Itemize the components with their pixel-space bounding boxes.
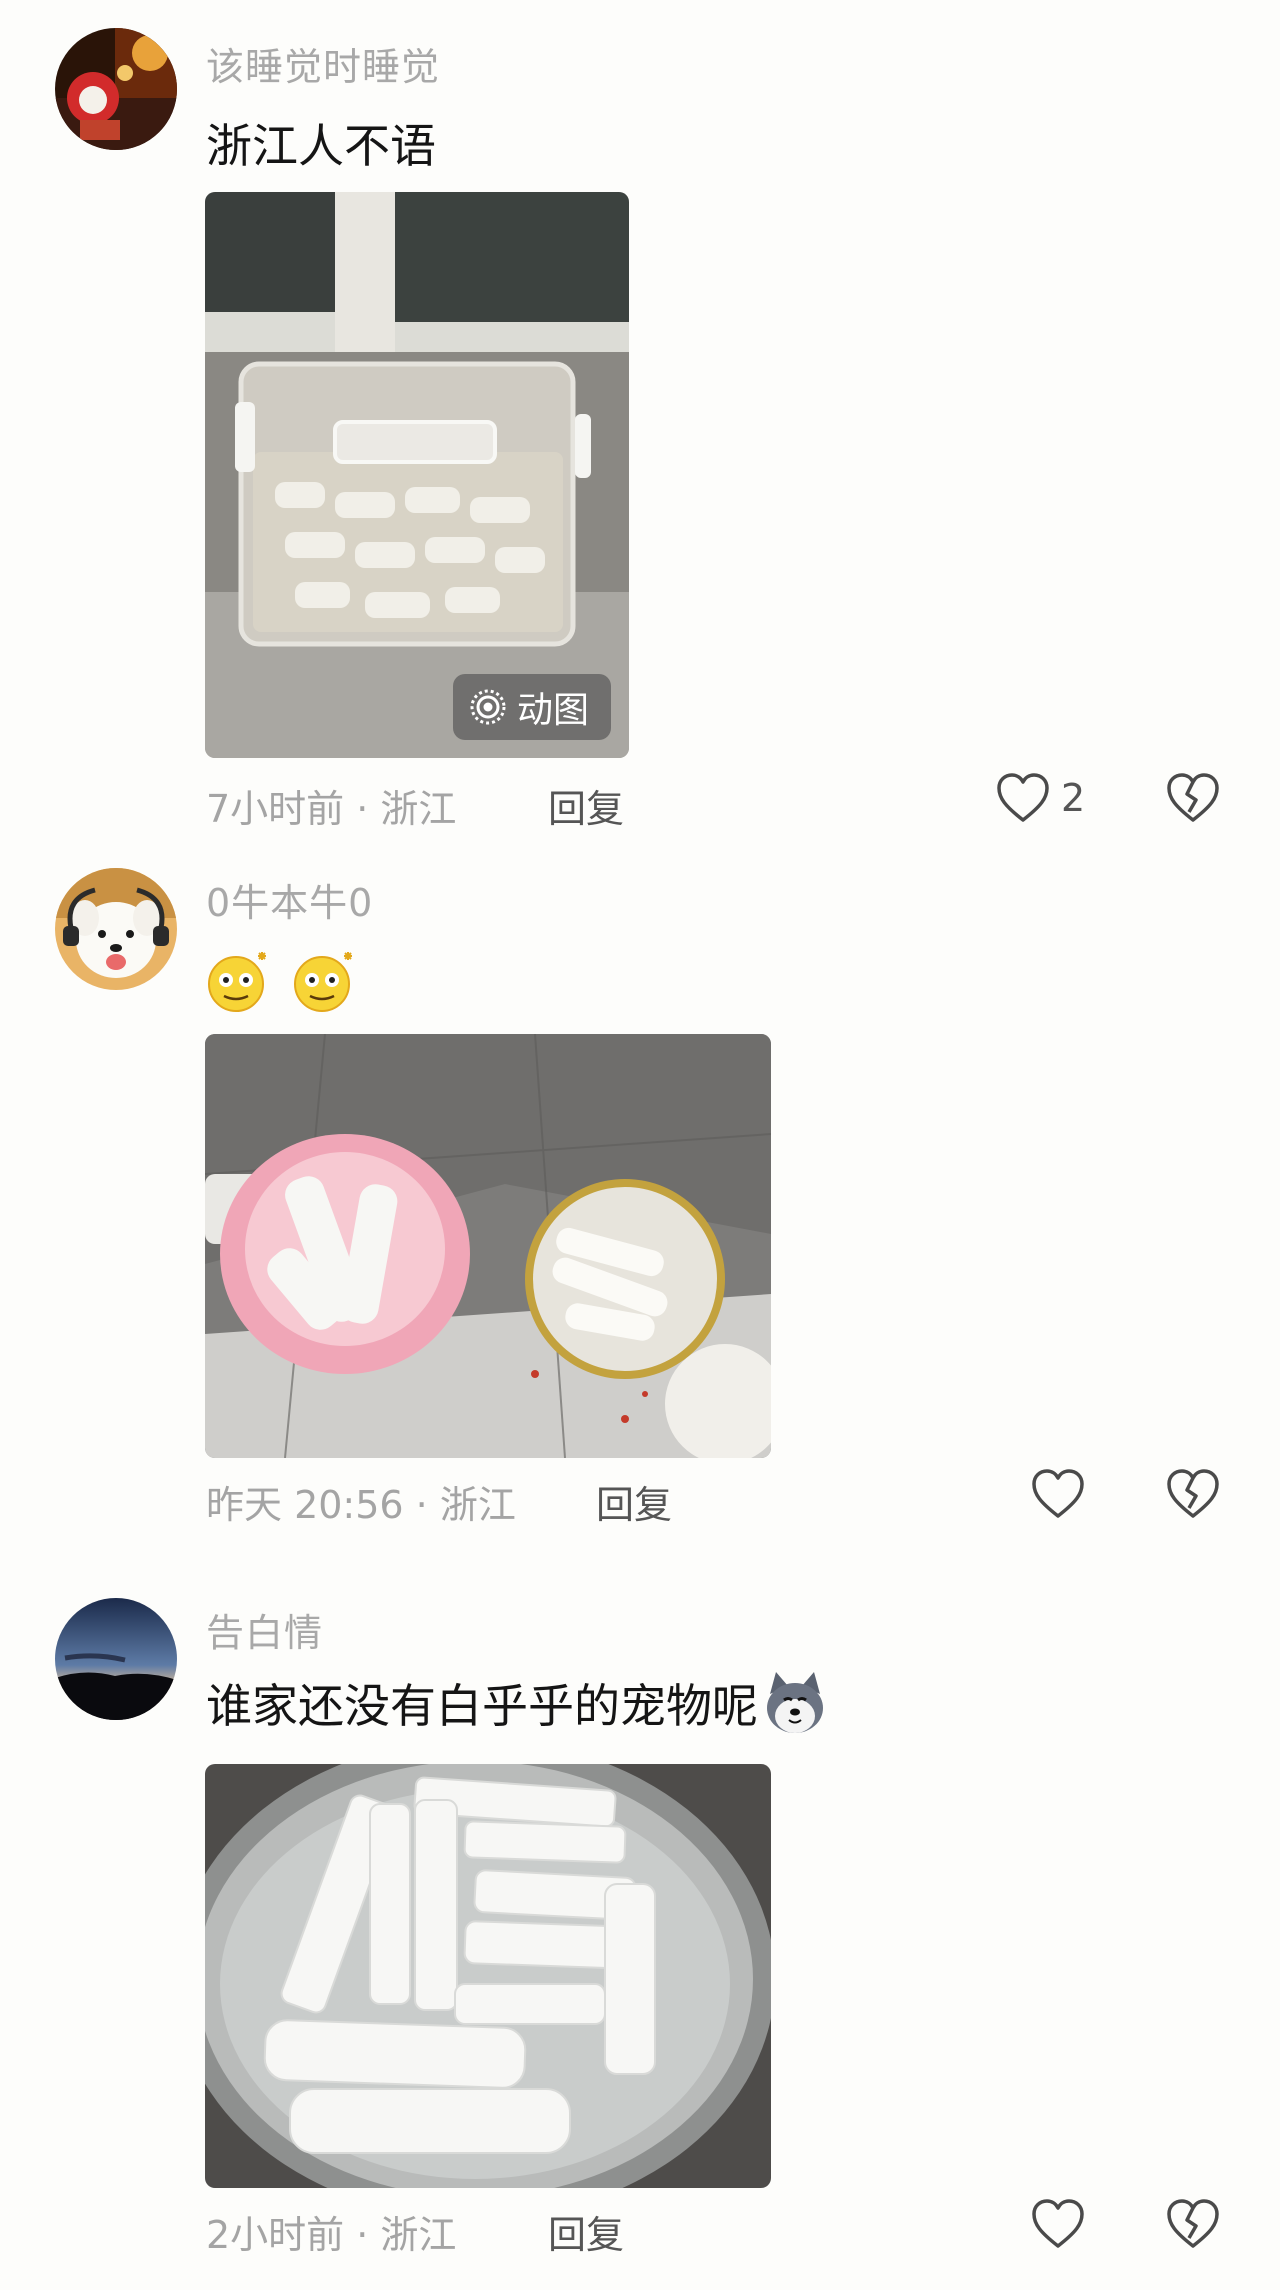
like-button[interactable] (1030, 2198, 1086, 2250)
broken-heart-icon (1167, 1469, 1219, 1518)
heart-outline-icon (1032, 1469, 1084, 1518)
comment-item: 告白情 谁家还没有白乎乎的宠物呢 2小时前 · 浙江 回复 (0, 1590, 1280, 2290)
broken-heart-icon (1167, 2199, 1219, 2248)
reply-button[interactable]: 回复 (548, 778, 624, 833)
comment-image[interactable] (205, 1764, 771, 2188)
avatar[interactable] (55, 1598, 177, 1720)
gif-badge: 动图 (452, 674, 611, 740)
comment-text: 浙江人不语 (206, 119, 436, 173)
reply-button[interactable]: 回复 (596, 1474, 672, 1529)
comment-image[interactable]: 动图 (205, 192, 629, 758)
username[interactable]: 该睡觉时睡觉 (206, 36, 440, 91)
username[interactable]: 0牛本牛0 (206, 872, 373, 927)
comment-text-row: 谁家还没有白乎乎的宠物呢 (206, 1670, 828, 1736)
comment-text (206, 948, 358, 1014)
dizzy-smiley-emoji (208, 952, 266, 1012)
dislike-button[interactable] (1165, 772, 1221, 828)
comment-meta: 昨天 20:56 · 浙江 (206, 1483, 516, 1527)
username[interactable]: 告白情 (206, 1602, 323, 1657)
comment-meta: 2小时前 · 浙江 (206, 2213, 457, 2257)
dislike-button[interactable] (1165, 1468, 1221, 1524)
comment-item: 该睡觉时睡觉 浙江人不语 动图 7小时前 · 浙江 回复 2 (0, 0, 1280, 833)
live-photo-icon (470, 689, 506, 725)
husky-face-emoji (767, 1672, 823, 1733)
like-button[interactable]: 2 (995, 772, 1085, 824)
avatar[interactable] (55, 868, 177, 990)
comment-text: 谁家还没有白乎乎的宠物呢 (206, 1679, 758, 1733)
broken-heart-icon (1167, 773, 1219, 822)
dizzy-smiley-emoji (294, 952, 352, 1012)
dislike-button[interactable] (1165, 2198, 1221, 2254)
avatar[interactable] (55, 28, 177, 150)
comment-image[interactable] (205, 1034, 771, 1458)
heart-outline-icon (997, 773, 1049, 822)
comment-meta: 7小时前 · 浙江 (206, 787, 457, 831)
like-button[interactable] (1030, 1468, 1086, 1520)
like-count: 2 (1061, 776, 1086, 820)
reply-button[interactable]: 回复 (548, 2204, 624, 2259)
comment-item: 0牛本牛0 昨天 20:56 · 浙江 回复 (0, 860, 1280, 1560)
gif-badge-label: 动图 (516, 690, 589, 731)
heart-outline-icon (1032, 2199, 1084, 2248)
